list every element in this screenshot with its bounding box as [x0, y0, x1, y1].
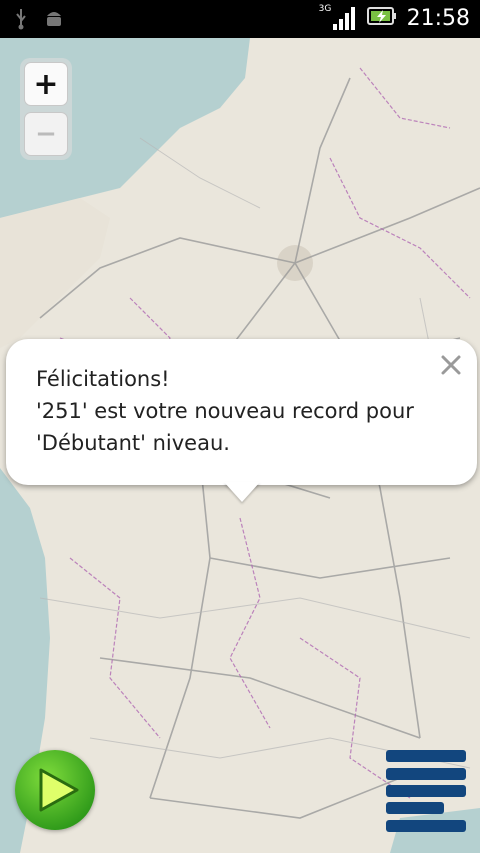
- zoom-control: + −: [20, 58, 72, 160]
- popup-line-level: 'Débutant' niveau.: [36, 431, 230, 455]
- signal-icon: 3G: [319, 4, 357, 32]
- menu-button[interactable]: [386, 750, 466, 832]
- android-debug-icon: [44, 8, 64, 34]
- close-icon[interactable]: [439, 353, 463, 377]
- battery-charging-icon: [366, 5, 397, 31]
- record-popup: Félicitations! '251' est votre nouveau r…: [6, 339, 477, 502]
- usb-icon: [14, 8, 28, 34]
- popup-line-record: '251' est votre nouveau record pour: [36, 399, 414, 423]
- popup-title: Félicitations!: [36, 367, 170, 391]
- status-bar: 3G 21:58: [0, 0, 480, 38]
- play-button[interactable]: [15, 750, 95, 830]
- zoom-out-button[interactable]: −: [24, 112, 68, 156]
- zoom-in-button[interactable]: +: [24, 62, 68, 106]
- popup-pointer: [224, 482, 260, 502]
- network-type-label: 3G: [318, 4, 332, 14]
- status-time: 21:58: [406, 5, 470, 31]
- popup-message: Félicitations! '251' est votre nouveau r…: [36, 363, 456, 459]
- play-icon: [37, 767, 81, 817]
